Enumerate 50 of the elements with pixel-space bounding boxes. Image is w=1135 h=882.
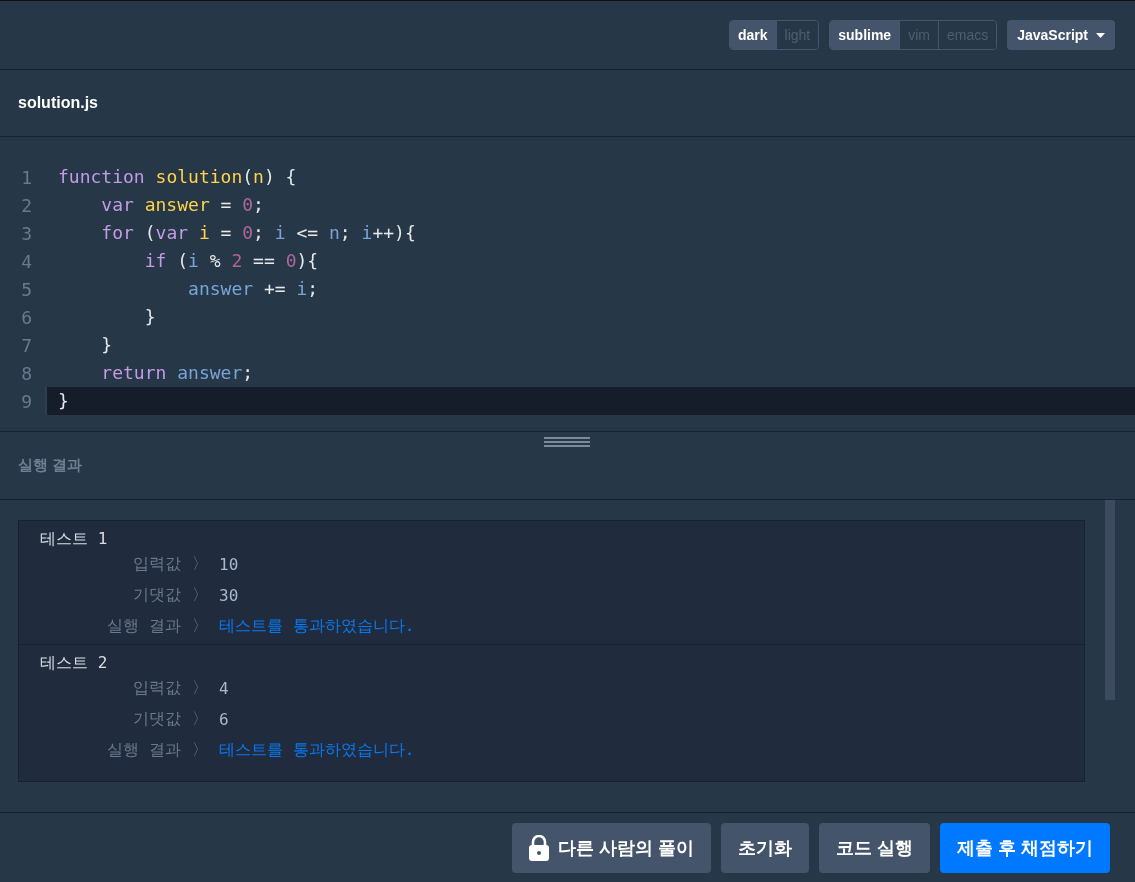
keymap-option[interactable]: sublime (830, 21, 900, 49)
code-line: function solution(n) { (57, 165, 298, 189)
result-value: 테스트를 통과하였습니다. (219, 616, 415, 637)
result-label: 실행 결과 (106, 740, 181, 761)
code-line: if (i % 2 == 0){ (143, 249, 320, 273)
result-value: 30 (219, 586, 239, 605)
action-button[interactable]: 다른 사람의 풀이 (511, 822, 711, 873)
caret-icon (1096, 32, 1105, 38)
chevron-glyph: 〉 (191, 585, 209, 606)
action-button[interactable]: 제출 후 채점하기 (940, 822, 1110, 873)
line-number: 2 (20, 194, 33, 216)
result-label: 입력값 (132, 678, 181, 699)
line-number: 4 (20, 250, 33, 272)
test-title: 테스트 2 (39, 652, 109, 673)
chevron-glyph: 〉 (191, 740, 209, 761)
line-number: 5 (20, 278, 33, 300)
chevron-glyph: 〉 (191, 678, 209, 699)
result-value: 테스트를 통과하였습니다. (219, 740, 415, 761)
action-button[interactable]: 코드 실행 (818, 822, 930, 873)
code-line: answer += i; (187, 277, 320, 301)
scrollbar[interactable] (1105, 500, 1115, 700)
chevron-glyph: 〉 (191, 554, 209, 575)
result-label: 실행 결과 (106, 616, 181, 637)
code-line: } (143, 305, 157, 329)
code-line: } (100, 333, 114, 357)
line-number: 1 (20, 166, 33, 188)
line-number: 9 (20, 390, 33, 412)
results-title: 실행 결과 (18, 456, 83, 475)
action-button[interactable]: 초기화 (720, 822, 809, 873)
line-number: 7 (20, 334, 33, 356)
result-label: 기댓값 (132, 709, 181, 730)
line-number: 3 (20, 222, 33, 244)
result-value: 6 (219, 710, 229, 729)
chevron-glyph: 〉 (191, 709, 209, 730)
line-number: 8 (20, 362, 33, 384)
code-line: var answer = 0; (100, 193, 265, 217)
lock-icon (528, 834, 549, 861)
code-line: return answer; (100, 361, 255, 385)
chevron-glyph: 〉 (191, 616, 209, 637)
result-label: 기댓값 (132, 585, 181, 606)
theme-option[interactable]: dark (730, 21, 776, 49)
file-tab[interactable]: solution.js (18, 94, 98, 112)
test-title: 테스트 1 (39, 528, 109, 549)
language-dropdown[interactable]: JavaScript (1007, 20, 1115, 50)
result-value: 10 (219, 555, 239, 574)
code-line: for (var i = 0; i <= n; i++){ (100, 221, 417, 245)
resize-handle-icon[interactable] (544, 437, 590, 447)
result-label: 입력값 (132, 554, 181, 575)
result-value: 4 (219, 679, 229, 698)
line-number: 6 (20, 306, 33, 328)
